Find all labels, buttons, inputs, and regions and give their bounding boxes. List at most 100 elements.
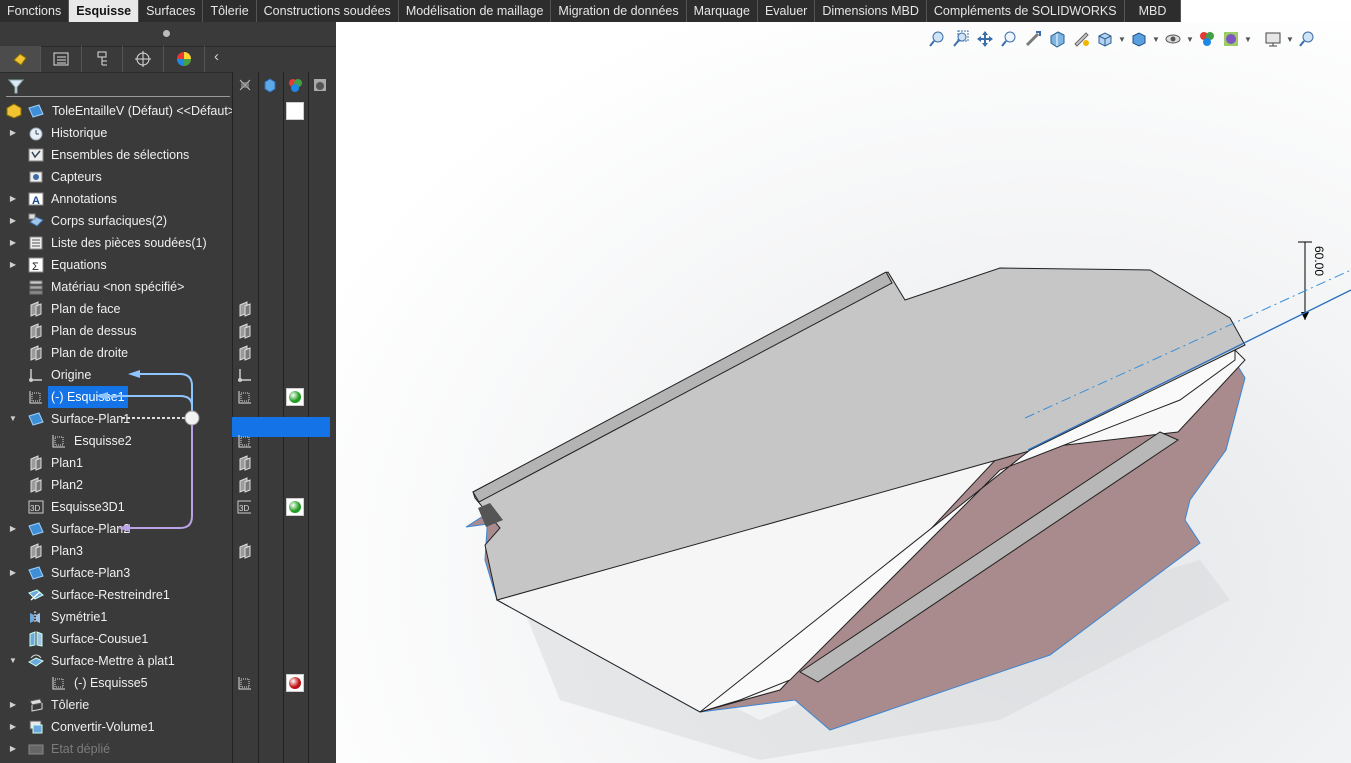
filter-icon <box>8 79 24 94</box>
knit-surface-icon <box>29 631 43 647</box>
white-status-indicator[interactable] <box>286 102 304 120</box>
tree-root-part[interactable]: ToleEntailleV (Défaut) <<Défaut>_ <box>0 100 242 122</box>
tree-item[interactable]: Plan de dessus <box>0 320 232 342</box>
expand-arrow-icon[interactable]: ▶ <box>8 716 18 738</box>
tree-item[interactable]: ▶ Corps surfaciques(2) <box>0 210 232 232</box>
property-manager-tab[interactable] <box>41 46 82 72</box>
tree-item[interactable]: ▶ Convertir-Volume1 <box>0 716 232 738</box>
expand-arrow-icon[interactable]: ▶ <box>8 210 18 232</box>
tree-item-label: Surface-Plan2 <box>51 522 131 536</box>
tree-item[interactable]: ▶ Liste des pièces soudées(1) <box>0 232 232 254</box>
tree-item[interactable]: (-) Esquisse5 <box>0 672 232 694</box>
tree-item-label: Origine <box>51 368 92 382</box>
svg-text:A: A <box>32 195 40 207</box>
dimension-label[interactable]: 60.00 <box>1312 246 1326 276</box>
tree-item-label: Plan1 <box>51 456 83 470</box>
tree-item[interactable]: Surface-Cousue1 <box>0 628 232 650</box>
command-tab[interactable]: Fonctions <box>0 0 70 22</box>
tree-item[interactable]: Plan1 <box>0 452 232 474</box>
tree-item[interactable]: ▼ Surface-Mettre à plat1 <box>0 650 232 672</box>
appearance-icon <box>288 79 302 92</box>
configuration-manager-tab[interactable] <box>82 46 123 72</box>
tree-item[interactable]: Plan2 <box>0 474 232 496</box>
origin-icon <box>238 369 251 382</box>
expanded-arrow-icon[interactable]: ▼ <box>8 408 18 430</box>
tree-item[interactable]: Esquisse2 <box>0 430 232 452</box>
plane-icon <box>30 323 42 339</box>
tree-item[interactable]: ▶ Surface-Plan2 <box>0 518 232 540</box>
command-tab[interactable]: Constructions soudées <box>257 0 399 22</box>
tree-item[interactable]: Symétrie1 <box>0 606 232 628</box>
tree-item-label: Esquisse3D1 <box>51 500 125 514</box>
svg-text:3D: 3D <box>30 504 40 513</box>
tree-item[interactable]: ▶ Etat déplié <box>0 738 232 760</box>
red-status-indicator[interactable] <box>286 674 304 692</box>
configuration-manager-icon <box>97 51 107 66</box>
expand-arrow-icon[interactable]: ▶ <box>8 518 18 540</box>
collapse-panel-button[interactable]: ‹ <box>214 48 219 65</box>
command-tab[interactable]: Compléments de SOLIDWORKS <box>927 0 1125 22</box>
tree-item-label: (-) Esquisse1 <box>48 386 128 408</box>
tree-filter[interactable] <box>6 76 230 97</box>
expand-arrow-icon[interactable]: ▶ <box>8 232 18 254</box>
tree-item-label: Capteurs <box>51 170 102 184</box>
tree-item[interactable]: 3D Esquisse3D1 <box>0 496 232 518</box>
origin-icon <box>29 369 42 382</box>
tree-item[interactable]: ▶ Historique <box>0 122 232 144</box>
tree-item[interactable]: ▶ A Annotations <box>0 188 232 210</box>
feature-manager-tab[interactable] <box>0 46 41 72</box>
history-icon <box>29 127 43 141</box>
tree-item[interactable]: Capteurs <box>0 166 232 188</box>
transparency-column-header[interactable] <box>307 72 332 98</box>
flatten-surface-icon <box>28 654 44 667</box>
tree-item[interactable]: Surface-Restreindre1 <box>0 584 232 606</box>
tree-item[interactable]: Origine <box>0 364 232 386</box>
command-tab[interactable]: Esquisse <box>69 0 140 22</box>
3d-model-view: 60.00 <box>465 241 1351 760</box>
tree-item[interactable]: ▶ Surface-Plan3 <box>0 562 232 584</box>
tree-item[interactable]: Plan de face <box>0 298 232 320</box>
appearance-column-header[interactable] <box>282 72 307 98</box>
plane-icon <box>239 345 251 361</box>
command-tab[interactable]: Surfaces <box>139 0 204 22</box>
plane-icon <box>30 345 42 361</box>
graphics-area[interactable]: ▼ ▼ ▼ ▼ ▼ 60.00 <box>336 22 1351 763</box>
expand-arrow-icon[interactable]: ▶ <box>8 738 18 760</box>
green-status-indicator[interactable] <box>286 388 304 406</box>
panel-drag-handle[interactable] <box>0 22 336 46</box>
command-tab[interactable]: Evaluer <box>758 0 816 22</box>
command-tab[interactable]: Modélisation de maillage <box>399 0 552 22</box>
command-tab[interactable]: Marquage <box>687 0 758 22</box>
tree-item[interactable]: ▼ Surface-Plan1 <box>0 408 232 430</box>
command-tab[interactable]: MBD <box>1125 0 1182 22</box>
expand-arrow-icon[interactable]: ▶ <box>8 122 18 144</box>
expand-arrow-icon[interactable]: ▶ <box>8 562 18 584</box>
feature-manager-panel: ‹ ToleEntailleV (Défaut) <<Défaut>_ ▶ Hist… <box>0 22 336 763</box>
command-tab[interactable]: Dimensions MBD <box>815 0 927 22</box>
tree-item[interactable]: Ensembles de sélections <box>0 144 232 166</box>
cut-list-icon <box>29 236 43 250</box>
expand-arrow-icon[interactable]: ▶ <box>8 188 18 210</box>
tree-item[interactable]: ▶ Tôlerie <box>0 694 232 716</box>
tree-item[interactable]: Plan de droite <box>0 342 232 364</box>
command-tab[interactable]: Migration de données <box>551 0 687 22</box>
tree-item[interactable]: Plan3 <box>0 540 232 562</box>
tree-item[interactable]: (-) Esquisse1 <box>0 386 232 408</box>
green-status-indicator[interactable] <box>286 498 304 516</box>
tree-item-label: (-) Esquisse5 <box>74 676 148 690</box>
expand-arrow-icon[interactable]: ▶ <box>8 694 18 716</box>
tree-item[interactable]: ▶ Σ Equations <box>0 254 232 276</box>
tree-item[interactable]: Matériau <non spécifié> <box>0 276 232 298</box>
display-manager-tab[interactable] <box>164 46 205 72</box>
display-column-header[interactable] <box>257 72 282 98</box>
plane-icon <box>239 477 251 493</box>
hide-show-column-header[interactable] <box>232 72 257 98</box>
expand-arrow-icon[interactable]: ▶ <box>8 254 18 276</box>
transparency-icon <box>313 79 326 91</box>
tree-item-label: Plan3 <box>51 544 83 558</box>
feature-manager-icon <box>13 53 27 66</box>
tree-item-label: Surface-Cousue1 <box>51 632 149 646</box>
command-tab[interactable]: Tôlerie <box>203 0 257 22</box>
expanded-arrow-icon[interactable]: ▼ <box>8 650 18 672</box>
dimxpert-manager-tab[interactable] <box>123 46 164 72</box>
